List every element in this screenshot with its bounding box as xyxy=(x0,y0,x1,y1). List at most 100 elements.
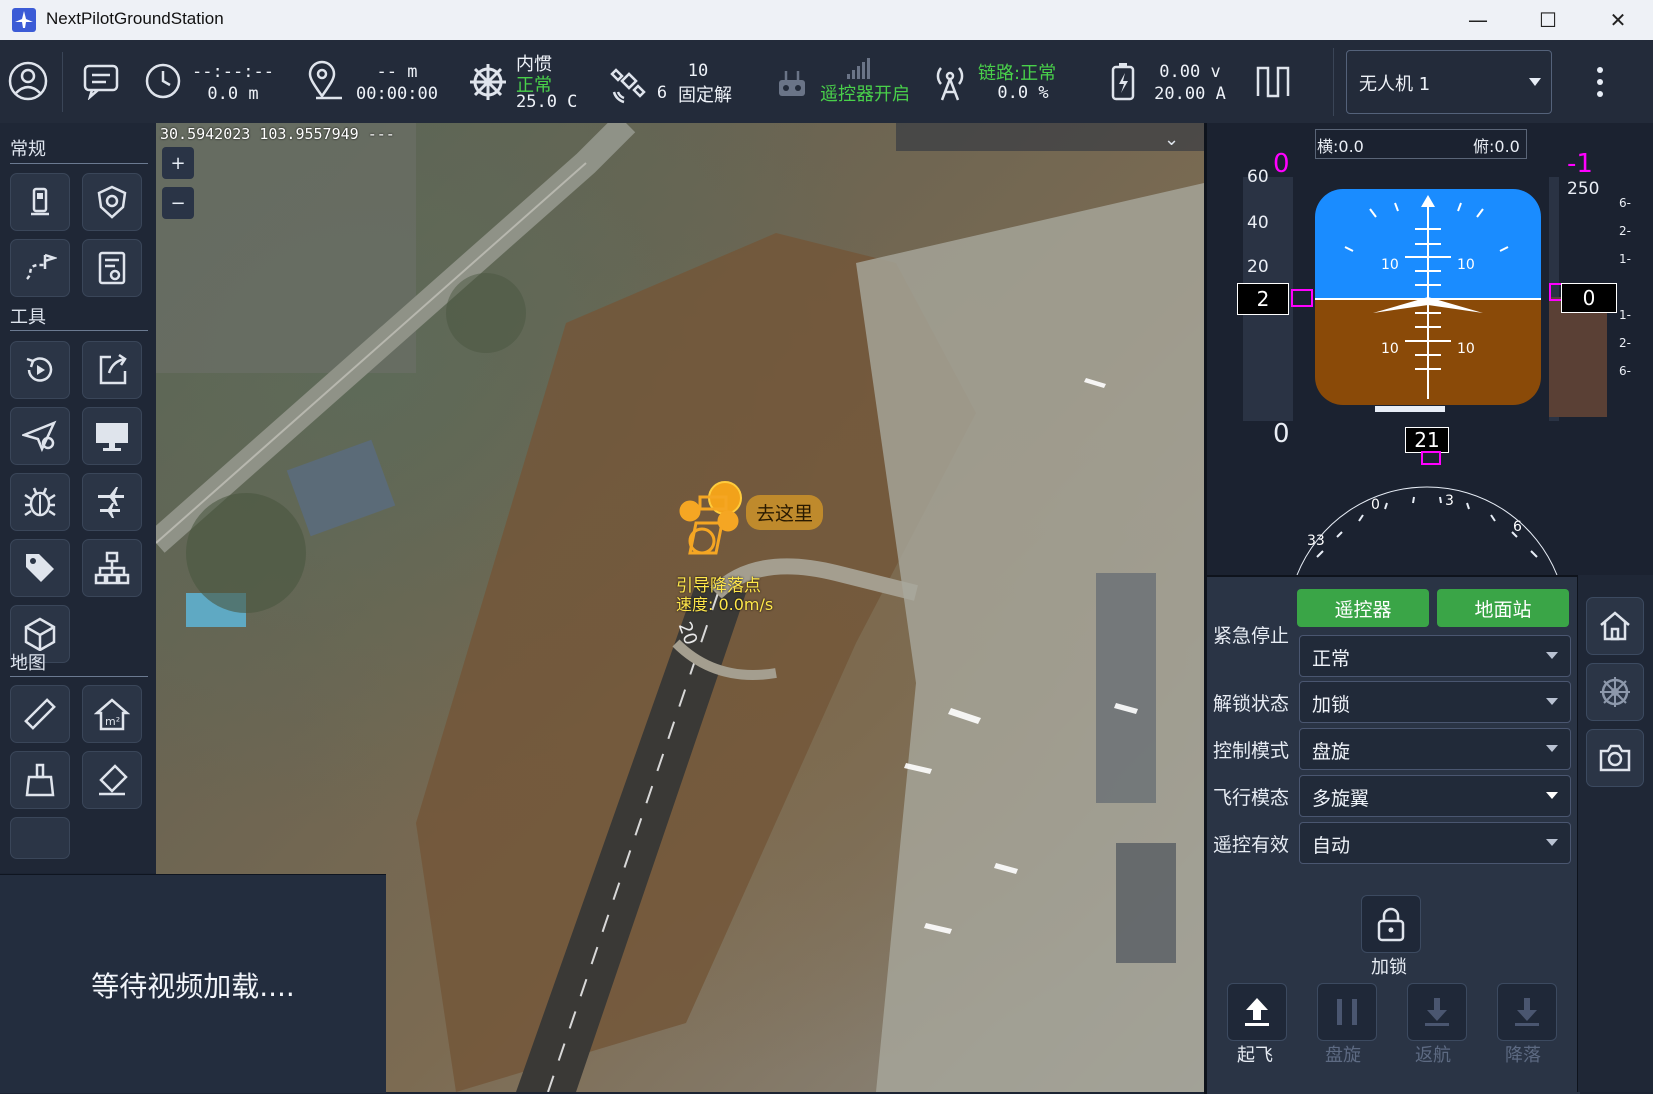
rc-valid-value: 自动 xyxy=(1312,835,1351,857)
speed-tick: 60 xyxy=(1247,167,1269,187)
vertical-speed-scale: 6- 2- 1- 1- 2- 6- xyxy=(1619,189,1631,385)
link-status: 链路:正常 xyxy=(978,63,1057,84)
debug-bug-button[interactable] xyxy=(10,473,70,531)
camera-button[interactable] xyxy=(1586,729,1644,787)
pitch-tick: 10 xyxy=(1457,341,1475,357)
more-menu-icon[interactable] xyxy=(1590,64,1610,100)
flight-time-readout: 00:00:00 xyxy=(356,84,438,104)
pitch-tick: 10 xyxy=(1457,257,1475,273)
vehicle-select-value: 无人机 1 xyxy=(1359,74,1431,95)
left-sidebar: 常规 工具 地图 m² xyxy=(0,123,156,873)
rc-status: 遥控器开启 xyxy=(820,84,910,105)
tag-button[interactable] xyxy=(10,539,70,597)
minimize-button[interactable]: — xyxy=(1443,0,1513,40)
lock-button[interactable] xyxy=(1361,895,1421,953)
chevron-down-icon xyxy=(1546,652,1558,659)
arm-state-value: 加锁 xyxy=(1312,694,1351,716)
distance-readout: -- m xyxy=(376,62,418,82)
security-shield-button[interactable] xyxy=(82,173,142,231)
artificial-horizon xyxy=(1315,189,1541,405)
close-button[interactable]: ✕ xyxy=(1583,0,1653,40)
collapse-chevron-icon[interactable]: ⌄ xyxy=(1164,129,1179,150)
speed-bottom-value: 0 xyxy=(1273,419,1290,449)
return-button[interactable] xyxy=(1407,983,1467,1041)
voltage-readout: 0.00 v xyxy=(1159,62,1221,82)
window-title: NextPilotGroundStation xyxy=(46,9,224,28)
land-button[interactable] xyxy=(1497,983,1557,1041)
right-magenta-value: -1 xyxy=(1567,149,1593,179)
section-divider xyxy=(10,163,148,164)
control-mode-select[interactable]: 盘旋 xyxy=(1299,728,1571,770)
gcs-mode-button[interactable]: 地面站 xyxy=(1437,589,1569,627)
map-coordinates: 30.5942023 103.9557949 --- xyxy=(160,125,395,143)
plane-settings-button[interactable] xyxy=(10,407,70,465)
control-panel: 遥控器 地面站 紧急停止 正常 解锁状态 加锁 控制模式 盘旋 飞行模态 多旋翼… xyxy=(1204,575,1580,1094)
arm-state-select[interactable]: 加锁 xyxy=(1299,681,1571,723)
replay-button[interactable] xyxy=(10,341,70,399)
pitch-label: 俯:0.0 xyxy=(1473,137,1520,156)
flight-state-value: 多旋翼 xyxy=(1312,788,1370,810)
temperature-readout: 25.0 C xyxy=(516,92,578,112)
chevron-down-icon xyxy=(1529,78,1541,86)
heading-tick: 0 xyxy=(1371,497,1380,513)
gps-count: 10 xyxy=(687,61,709,81)
flight-state-select[interactable]: 多旋翼 xyxy=(1299,775,1571,817)
takeoff-button[interactable] xyxy=(1227,983,1287,1041)
export-button[interactable] xyxy=(82,341,142,399)
monitor-button[interactable] xyxy=(82,407,142,465)
vs-tick: 1- xyxy=(1619,308,1631,322)
pulse-wave-icon[interactable] xyxy=(1256,64,1292,102)
land-label: 降落 xyxy=(1505,1045,1541,1066)
section-divider xyxy=(10,676,148,677)
emergency-stop-label: 紧急停止 xyxy=(1213,625,1290,647)
eraser-button[interactable] xyxy=(82,751,142,809)
loiter-button[interactable] xyxy=(1317,983,1377,1041)
svg-text:m²: m² xyxy=(105,715,120,728)
area-measure-button[interactable]: m² xyxy=(82,685,142,743)
heading-tick: 6 xyxy=(1513,519,1522,535)
altitude-value-box: 0 xyxy=(1561,283,1617,313)
control-mode-value: 盘旋 xyxy=(1312,741,1351,763)
altitude-top-value: 250 xyxy=(1567,179,1600,199)
vs-tick: 2- xyxy=(1619,224,1631,238)
section-divider xyxy=(10,330,148,331)
user-icon[interactable] xyxy=(8,61,48,105)
location-pin-icon xyxy=(304,60,346,106)
message-icon[interactable] xyxy=(82,62,120,104)
toolbar-divider xyxy=(62,52,63,112)
takeoff-label: 起飞 xyxy=(1237,1045,1273,1066)
vehicle-select[interactable]: 无人机 1 xyxy=(1346,50,1552,114)
chevron-down-icon xyxy=(1546,792,1558,799)
route-plan-button[interactable] xyxy=(10,239,70,297)
toolbar-divider xyxy=(1333,48,1334,116)
section-map-title: 地图 xyxy=(10,653,46,674)
ruler-button[interactable] xyxy=(10,685,70,743)
satellite-icon xyxy=(610,62,652,108)
settings-doc-button[interactable] xyxy=(82,239,142,297)
speed-label: 速度: 0.0m/s xyxy=(676,595,774,614)
more-tool-button[interactable] xyxy=(10,817,70,859)
heading-tick: 33 xyxy=(1307,533,1325,549)
multi-aircraft-button[interactable] xyxy=(82,473,142,531)
brush-clear-button[interactable] xyxy=(10,751,70,809)
speed-tick: 20 xyxy=(1247,257,1269,277)
ins-wheel-icon xyxy=(468,62,508,106)
top-toolbar: --:--:-- 0.0 m -- m 00:00:00 内惯 正常 25.0 … xyxy=(0,40,1653,124)
arm-state-label: 解锁状态 xyxy=(1213,693,1290,715)
zoom-out-button[interactable]: − xyxy=(162,187,194,219)
rc-mode-button[interactable]: 遥控器 xyxy=(1297,589,1429,627)
hierarchy-button[interactable] xyxy=(82,539,142,597)
emergency-stop-select[interactable]: 正常 xyxy=(1299,635,1571,677)
altitude-readout: 0.0 m xyxy=(207,84,259,104)
app-logo-icon xyxy=(12,8,36,32)
device-tool-button[interactable] xyxy=(10,173,70,231)
home-button[interactable] xyxy=(1586,597,1644,655)
heading-bar xyxy=(1375,406,1445,412)
roll-label: 横:0.0 xyxy=(1317,137,1364,156)
goto-here-label[interactable]: 去这里 xyxy=(746,495,824,530)
maximize-button[interactable]: ☐ xyxy=(1513,0,1583,40)
rc-valid-select[interactable]: 自动 xyxy=(1299,822,1571,864)
control-mode-label: 控制模式 xyxy=(1213,740,1290,762)
zoom-in-button[interactable]: + xyxy=(162,147,194,179)
wheel-button[interactable] xyxy=(1586,663,1644,721)
